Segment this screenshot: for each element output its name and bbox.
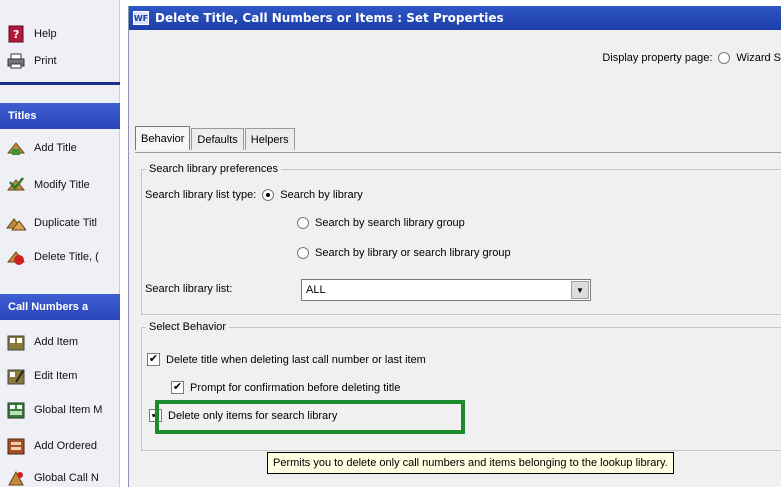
sidebar-item-add-ordered[interactable]: Add Ordered (6, 435, 118, 457)
search-library-list-select[interactable]: ALL ▼ (301, 279, 591, 301)
global-item-icon (6, 400, 26, 420)
select-value: ALL (306, 284, 326, 296)
group-legend: Search library preferences (149, 163, 279, 175)
display-property-row: Display property page: Wizard S (602, 52, 781, 64)
search-by-library-or-group-row: Search by library or search library grou… (297, 247, 511, 259)
search-library-list-label: Search library list: (145, 283, 233, 295)
sidebar-item-label: Add Title (34, 142, 77, 154)
behavior-tab-panel: Search library preferences Search librar… (135, 152, 781, 487)
sidebar-item-print[interactable]: Print (6, 50, 118, 72)
radio-label: Search by library or search library grou… (315, 247, 511, 259)
svg-text:?: ? (13, 28, 19, 41)
radio-label: Search by search library group (315, 217, 465, 229)
edit-item-icon (6, 366, 26, 386)
prompt-confirm-checkbox[interactable]: ✔ (171, 381, 184, 394)
window-title: Delete Title, Call Numbers or Items : Se… (155, 11, 504, 25)
workflows-icon: WF (133, 11, 149, 25)
property-tabs: Behavior Defaults Helpers (135, 126, 296, 150)
help-book-icon: ? (6, 24, 26, 44)
sidebar-item-global-call[interactable]: Global Call N (6, 467, 118, 487)
delete-title-icon (6, 247, 26, 267)
search-by-group-row: Search by search library group (297, 217, 465, 229)
add-ordered-icon (6, 436, 26, 456)
sidebar-item-add-item[interactable]: Add Item (6, 331, 118, 353)
sidebar-item-modify-title[interactable]: Modify Title (6, 174, 118, 196)
sidebar-item-label: Print (34, 55, 57, 67)
sidebar-item-label: Global Item M (34, 404, 103, 416)
add-title-icon (6, 138, 26, 158)
sidebar: ? Help Print Titles Add Title Modify Tit… (0, 0, 120, 487)
checkbox-label: Prompt for confirmation before deleting … (190, 381, 401, 394)
prompt-confirm-row: ✔ Prompt for confirmation before deletin… (171, 381, 400, 394)
sidebar-item-help[interactable]: ? Help (6, 23, 118, 45)
group-legend: Select Behavior (149, 321, 227, 333)
tooltip: Permits you to delete only call numbers … (267, 452, 674, 474)
search-by-library-or-group-radio[interactable] (297, 247, 309, 259)
green-highlight-box (155, 400, 465, 434)
tab-behavior[interactable]: Behavior (135, 126, 191, 150)
sidebar-item-label: Edit Item (34, 370, 78, 382)
printer-icon (6, 51, 26, 71)
sidebar-item-edit-item[interactable]: Edit Item (6, 365, 118, 387)
duplicate-title-icon (6, 213, 26, 233)
sidebar-item-label: Duplicate Titl (34, 217, 97, 229)
checkbox-label: Delete title when deleting last call num… (166, 353, 426, 366)
tab-helpers[interactable]: Helpers (244, 128, 295, 150)
modify-title-icon (6, 175, 26, 195)
search-by-group-radio[interactable] (297, 217, 309, 229)
sidebar-divider (0, 82, 120, 85)
delete-title-checkbox[interactable]: ✔ (147, 353, 160, 366)
sidebar-item-label: Modify Title (34, 179, 90, 191)
tab-defaults[interactable]: Defaults (191, 128, 244, 150)
search-by-library-radio[interactable] (262, 189, 275, 201)
sidebar-item-add-title[interactable]: Add Title (6, 137, 118, 159)
sidebar-item-label: Global Call N (34, 472, 99, 484)
sidebar-header-call-numbers[interactable]: Call Numbers a (0, 294, 120, 320)
display-property-label: Display property page: (602, 52, 713, 64)
sidebar-item-global-item[interactable]: Global Item M (6, 399, 118, 421)
global-call-icon (6, 468, 26, 487)
search-list-type-row: Search library list type: Search by libr… (145, 189, 363, 201)
search-list-type-label: Search library list type: (145, 189, 257, 201)
properties-window: WF Delete Title, Call Numbers or Items :… (128, 6, 781, 487)
add-item-icon (6, 332, 26, 352)
radio-label: Search by library (280, 189, 363, 201)
wizard-radio[interactable] (718, 52, 731, 64)
window-titlebar[interactable]: WF Delete Title, Call Numbers or Items :… (129, 6, 781, 30)
sidebar-item-label: Add Ordered (34, 440, 97, 452)
sidebar-item-delete-title[interactable]: Delete Title, ( (6, 246, 118, 268)
wizard-radio-label: Wizard S (736, 52, 781, 64)
delete-title-row: ✔ Delete title when deleting last call n… (147, 353, 426, 366)
sidebar-item-label: Add Item (34, 336, 79, 348)
sidebar-item-duplicate-title[interactable]: Duplicate Titl (6, 212, 118, 234)
sidebar-item-label: Delete Title, ( (34, 251, 99, 263)
sidebar-header-titles[interactable]: Titles (0, 103, 120, 129)
chevron-down-icon[interactable]: ▼ (571, 281, 589, 299)
sidebar-item-label: Help (34, 28, 57, 40)
